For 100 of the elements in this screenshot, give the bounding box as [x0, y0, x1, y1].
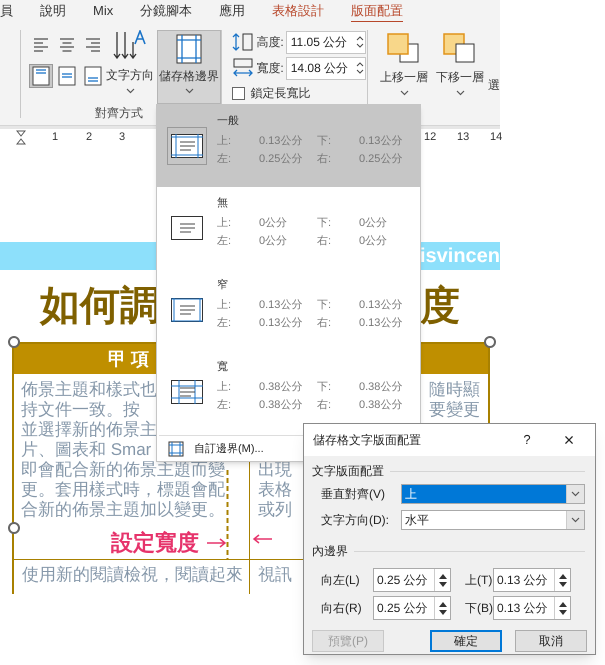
margin-value: 0.38公分 — [359, 380, 404, 395]
field-label: 垂直對齊(V) — [321, 486, 386, 503]
margin-value: 0.13公分 — [259, 134, 304, 149]
margin-preset-icon — [171, 298, 203, 322]
dialog-title: 儲存格文字版面配置 — [313, 432, 421, 449]
chevron-down-icon — [126, 88, 134, 94]
margin-label: 左: — [217, 398, 232, 413]
ruler-number: 3 — [119, 130, 126, 144]
size-field[interactable]: 11.05 公分 — [286, 30, 366, 54]
selection-handle[interactable] — [8, 336, 20, 348]
close-button[interactable]: × — [547, 426, 591, 454]
margin-value: 0.13公分 — [359, 298, 404, 313]
preset-name: 無 — [217, 196, 229, 211]
margin-preset[interactable]: 窄 上: 0.13公分 下: 0.13公分 左: 0.13公分 右: 0.13公分 — [157, 269, 420, 351]
preset-name: 一般 — [217, 114, 240, 129]
margin-value: 0.38公分 — [259, 398, 304, 413]
margin-label: 上: — [217, 380, 232, 395]
text-align-icon[interactable] — [59, 38, 75, 52]
cell-text-line: 隨時顯 — [429, 380, 481, 400]
title-text: 度 — [420, 283, 460, 330]
margin-value: 0公分 — [359, 216, 388, 231]
arrange-button[interactable]: 上移一層 — [376, 30, 432, 96]
cell-margins-button[interactable]: 儲存格邊界 — [157, 30, 221, 104]
field-label: 向左(L) — [321, 572, 361, 589]
arrow-right-icon — [207, 538, 227, 548]
margin-value: 0.25公分 — [359, 152, 404, 167]
text-align-icon[interactable] — [33, 38, 49, 52]
dropdown-field[interactable]: 上 — [401, 484, 585, 504]
margin-value: 0公分 — [259, 216, 288, 231]
spin-field[interactable]: 0.25 公分 — [373, 568, 451, 592]
margin-preset[interactable]: 一般 上: 0.13公分 下: 0.13公分 左: 0.25公分 右: 0.25公分 — [157, 105, 420, 187]
spin-arrows[interactable] — [434, 597, 450, 619]
cell-margins-icon — [176, 34, 202, 64]
help-button[interactable]: ? — [513, 430, 541, 450]
ribbon-tab[interactable]: 員 — [0, 0, 13, 24]
ribbon-tab[interactable]: 表格設計 — [272, 0, 324, 24]
header-text: 甲 項 — [108, 348, 150, 370]
height-icon — [232, 32, 254, 52]
margin-value: 0.38公分 — [359, 398, 404, 413]
margin-label: 上: — [217, 216, 232, 231]
field-label: 上(T) — [464, 572, 493, 589]
selection-handle[interactable] — [8, 522, 20, 534]
spin-field[interactable]: 0.25 公分 — [373, 596, 451, 620]
margin-value: 0公分 — [359, 234, 388, 249]
spinner-icon[interactable] — [354, 60, 365, 76]
spin-arrows[interactable] — [434, 569, 450, 591]
text-align-icon[interactable] — [85, 38, 101, 52]
chevron-down-icon — [184, 88, 194, 94]
ruler-number: 2 — [86, 130, 92, 144]
arrange-button[interactable]: 下移一層 — [432, 30, 488, 96]
width-note: 設定寬度 — [111, 529, 199, 557]
checkbox[interactable] — [232, 86, 246, 100]
section-label: 文字版面配置 — [312, 463, 384, 480]
spin-field[interactable]: 0.13 公分 — [493, 596, 571, 620]
margin-value: 0公分 — [259, 234, 288, 249]
margin-value: 0.13公分 — [259, 298, 304, 313]
checkbox-label: 鎖定長寬比 — [250, 85, 310, 102]
ribbon-tab[interactable]: 說明 — [40, 0, 66, 24]
margin-label: 左: — [217, 234, 232, 249]
ribbon-button-label[interactable]: 選 — [488, 76, 500, 94]
field-label: 下(B) — [464, 600, 493, 617]
ruler-number: 13 — [457, 130, 470, 144]
indent-marker-icon[interactable] — [16, 130, 26, 145]
banner-text: isvincen — [420, 244, 500, 269]
cell-text-line: 片、圖表和 Smar — [21, 440, 152, 460]
margin-label: 上: — [217, 134, 232, 149]
dialog-button[interactable]: 確定 — [430, 630, 502, 652]
ribbon-tab[interactable]: 分鏡腳本 — [140, 0, 192, 24]
selection-handle[interactable] — [484, 336, 496, 348]
chevron-down-icon — [400, 90, 408, 96]
preset-name: 寬 — [217, 360, 229, 375]
dropdown-field[interactable]: 水平 — [401, 510, 585, 530]
spin-arrows[interactable] — [554, 597, 570, 619]
cell-text-line: 表格 — [257, 480, 292, 500]
custom-margins-icon — [168, 441, 184, 457]
cell-text-line: 並選擇新的佈景主 — [21, 420, 157, 440]
ribbon-tab[interactable]: 應用 — [219, 0, 246, 24]
text-direction-button[interactable]: 文字方向 — [105, 30, 155, 94]
cell-text-line: 合新的佈景主題加以變更。 — [21, 500, 225, 520]
spin-field[interactable]: 0.13 公分 — [493, 568, 571, 592]
preset-name: 窄 — [217, 278, 229, 293]
margin-label: 下: — [317, 134, 332, 149]
spin-arrows[interactable] — [554, 569, 570, 591]
margin-value: 0.25公分 — [259, 152, 304, 167]
chevron-down-icon — [571, 517, 580, 523]
cell-align-button[interactable] — [29, 64, 53, 88]
size-field[interactable]: 14.08 公分 — [286, 56, 366, 80]
dialog-button[interactable]: 取消 — [515, 630, 587, 652]
margin-label: 下: — [317, 298, 332, 313]
width-icon — [232, 58, 254, 78]
margin-label: 下: — [317, 380, 332, 395]
ribbon-tab[interactable]: Mix — [93, 0, 114, 24]
margin-preset-icon — [171, 134, 203, 158]
margin-preset[interactable]: 無 上: 0公分 下: 0公分 左: 0公分 右: 0公分 — [157, 187, 420, 269]
margin-preset-icon — [171, 216, 203, 240]
spinner-icon[interactable] — [354, 34, 365, 50]
margin-preset[interactable]: 寬 上: 0.38公分 下: 0.38公分 左: 0.38公分 右: 0.38公分 — [157, 351, 420, 433]
cell-text-line: 更。套用樣式時，標題會配 — [21, 480, 225, 500]
cell-text-line: 要變更 — [429, 400, 481, 420]
margin-label: 上: — [217, 298, 232, 313]
